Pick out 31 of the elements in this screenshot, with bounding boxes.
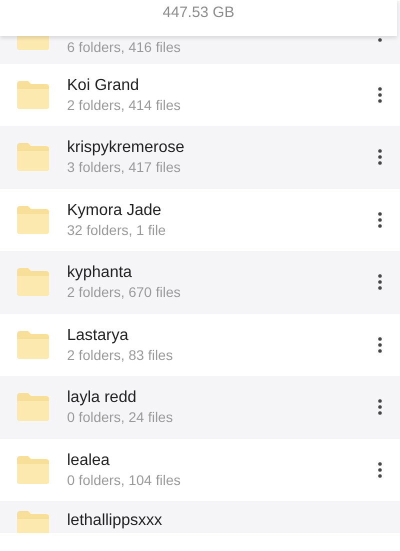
folder-icon [17, 330, 49, 359]
folder-icon [17, 143, 49, 172]
storage-size: 447.53 GB [162, 4, 234, 21]
more-options-icon[interactable] [378, 86, 382, 103]
more-options-icon[interactable] [378, 399, 382, 416]
folder-details: 0 folders, 104 files [67, 472, 182, 489]
folder-name[interactable]: lealea [67, 450, 378, 470]
folder-icon [17, 393, 49, 422]
folder-name[interactable]: layla redd [67, 388, 378, 408]
folder-icon [17, 80, 49, 109]
folder-details: 2 folders, 670 files [67, 284, 182, 302]
more-options-icon[interactable] [378, 274, 382, 290]
folder-name[interactable]: Kymora Jade [67, 200, 378, 220]
folder-details: 3 folders, 417 files [67, 159, 182, 176]
folder-details: 32 folders, 1 file [67, 222, 167, 239]
folder-icon [17, 268, 49, 296]
folder-details: 6 folders, 416 files [67, 38, 182, 56]
folder-details: 2 folders, 83 files [67, 346, 174, 364]
more-options-icon[interactable] [378, 462, 382, 478]
folder-details: 2 folders, 414 files [67, 96, 182, 114]
folder-icon [17, 456, 49, 484]
more-options-icon[interactable] [378, 336, 382, 353]
folder-details: 0 folders, 24 files [67, 409, 174, 426]
folder-name[interactable]: krispykremerose [67, 138, 378, 158]
dot-icon[interactable] [378, 38, 382, 42]
folder-name[interactable]: kyphanta [67, 263, 378, 282]
folder-name[interactable]: Lastarya [67, 326, 378, 345]
folder-name[interactable]: Koi Grand [67, 76, 378, 95]
folder-icon [17, 206, 49, 234]
more-options-icon[interactable] [378, 212, 382, 228]
more-options-icon[interactable] [378, 149, 382, 166]
